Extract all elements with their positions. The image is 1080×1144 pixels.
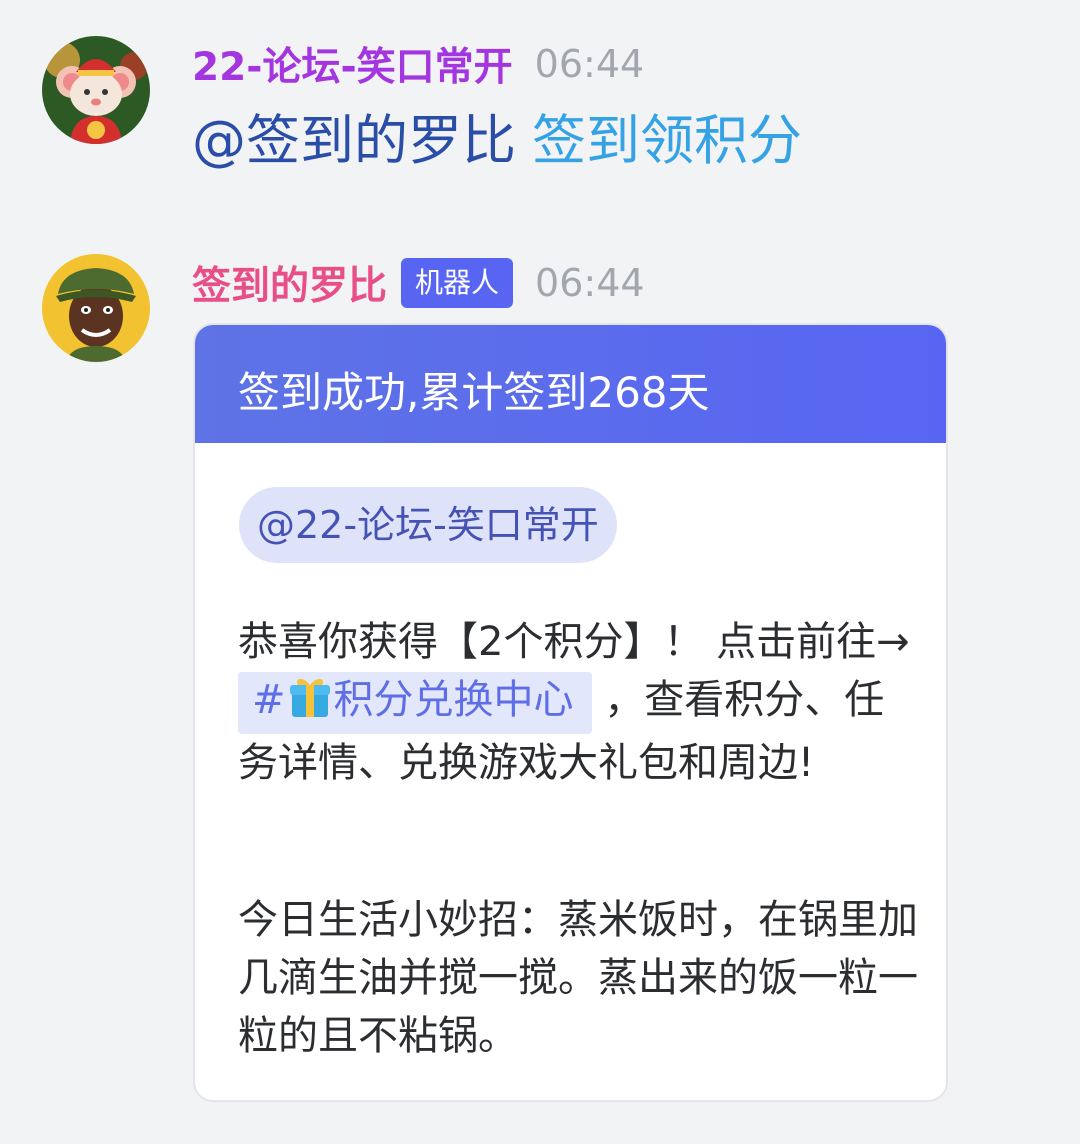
sender-name[interactable]: 签到的罗比 <box>192 255 387 311</box>
message-header: 签到的罗比 机器人 06:44 <box>192 255 645 311</box>
bot-avatar[interactable] <box>42 254 150 362</box>
reward-paragraph: 恭喜你获得【2个积分】！ 点击前往→ # 积分兑换中心 ，查看积分、任务详情、兑… <box>238 613 918 792</box>
card-title: 签到成功,累计签到268天 <box>195 325 946 443</box>
embed-card: 签到成功,累计签到268天 @22-论坛-笑口常开 恭喜你获得【2个积分】！ 点… <box>193 323 948 1102</box>
reward-text: 恭喜你获得【2个积分】！ 点击前往→ <box>238 619 910 665</box>
channel-link[interactable]: # 积分兑换中心 <box>238 672 592 734</box>
timestamp: 06:44 <box>535 261 645 305</box>
channel-name: 积分兑换中心 <box>333 677 574 723</box>
life-tip-paragraph: 今日生活小妙招：蒸米饭时，在锅里加几滴生油并搅一搅。蒸出来的饭一粒一粒的且不粘锅… <box>238 897 918 1059</box>
channel-hash: # <box>252 677 286 723</box>
user-mention-pill[interactable]: @22-论坛-笑口常开 <box>239 487 617 563</box>
bot-badge: 机器人 <box>401 258 514 308</box>
gift-icon <box>288 675 332 734</box>
message-2: 签到的罗比 机器人 06:44 签到成功,累计签到268天 @22-论坛-笑口常… <box>0 0 1080 1144</box>
